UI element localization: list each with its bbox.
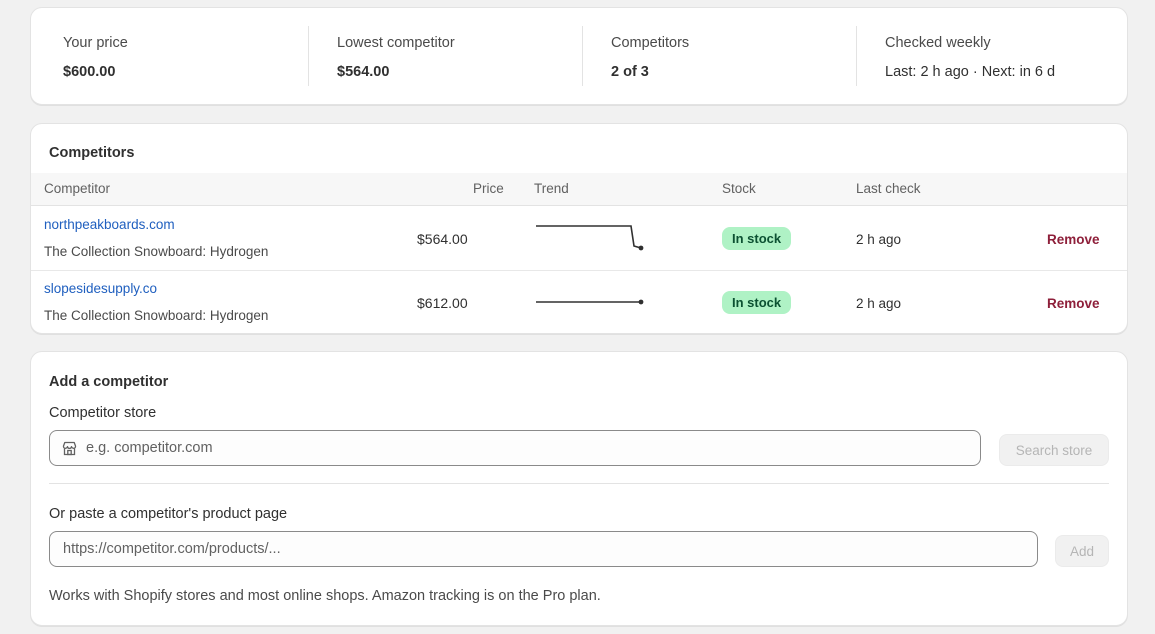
stat-label: Your price [63, 35, 128, 51]
competitor-store-link[interactable]: slopesidesupply.co [44, 281, 157, 296]
product-page-input[interactable]: https://competitor.com/products/... [49, 531, 1038, 567]
stat-value: $564.00 [337, 64, 390, 80]
competitor-product-name: The Collection Snowboard: Hydrogen [44, 308, 269, 323]
stat-label: Competitors [611, 35, 690, 51]
trend-line [536, 225, 642, 249]
header-competitor: Competitor [44, 181, 111, 196]
table-row: slopesidesupply.co The Collection Snowbo… [31, 271, 1127, 333]
header-price: Price [473, 181, 504, 196]
search-store-button[interactable]: Search store [999, 434, 1109, 466]
stat-value: $600.00 [63, 64, 116, 80]
trend-end-point [638, 245, 644, 251]
last-check: 2 h ago [856, 296, 902, 311]
page-input-placeholder: https://competitor.com/products/... [63, 541, 281, 557]
stat-checked: Checked weekly Last: 2 h ago · Next: in … [853, 8, 1127, 104]
stock-badge: In stock [722, 291, 792, 314]
table-row: northpeakboards.com The Collection Snowb… [31, 207, 1127, 271]
header-trend: Trend [534, 181, 569, 196]
remove-button[interactable]: Remove [1047, 232, 1100, 247]
competitor-store-input[interactable]: e.g. competitor.com [49, 430, 981, 466]
competitors-card: Competitors Competitor Price Trend Stock… [30, 123, 1128, 334]
stat-value: 2 of 3 [611, 64, 649, 80]
section-title: Competitors [49, 145, 135, 161]
last-check: 2 h ago [856, 232, 902, 247]
store-input-placeholder: e.g. competitor.com [86, 440, 213, 456]
summary-card: Your price $600.00 Lowest competitor $56… [30, 7, 1128, 105]
stat-label: Checked weekly [885, 35, 991, 51]
competitor-store-label: Competitor store [49, 405, 157, 421]
stat-value: Last: 2 h ago · Next: in 6 d [885, 64, 1056, 80]
stat-lowest-competitor: Lowest competitor $564.00 [305, 8, 579, 104]
divider [49, 483, 1109, 484]
trend-sparkline [536, 225, 644, 251]
product-page-label: Or paste a competitor's product page [49, 506, 288, 522]
remove-button[interactable]: Remove [1047, 296, 1100, 311]
help-text: Works with Shopify stores and most onlin… [49, 588, 601, 604]
add-competitor-card: Add a competitor Competitor store e.g. c… [30, 351, 1128, 626]
stat-your-price: Your price $600.00 [31, 8, 305, 104]
store-icon [62, 441, 77, 456]
stat-competitors: Competitors 2 of 3 [579, 8, 853, 104]
stat-label: Lowest competitor [337, 35, 455, 51]
header-stock: Stock [722, 181, 756, 196]
competitor-price: $612.00 [417, 295, 468, 311]
competitor-product-name: The Collection Snowboard: Hydrogen [44, 244, 269, 259]
add-competitor-title: Add a competitor [49, 374, 169, 390]
competitor-store-link[interactable]: northpeakboards.com [44, 217, 175, 232]
stock-badge: In stock [722, 227, 792, 250]
trend-end-point [638, 299, 644, 305]
add-button[interactable]: Add [1055, 535, 1109, 567]
competitor-price: $564.00 [417, 231, 468, 247]
table-header: Competitor Price Trend Stock Last check [31, 173, 1127, 206]
trend-sparkline [536, 299, 644, 305]
header-last-check: Last check [856, 181, 921, 196]
